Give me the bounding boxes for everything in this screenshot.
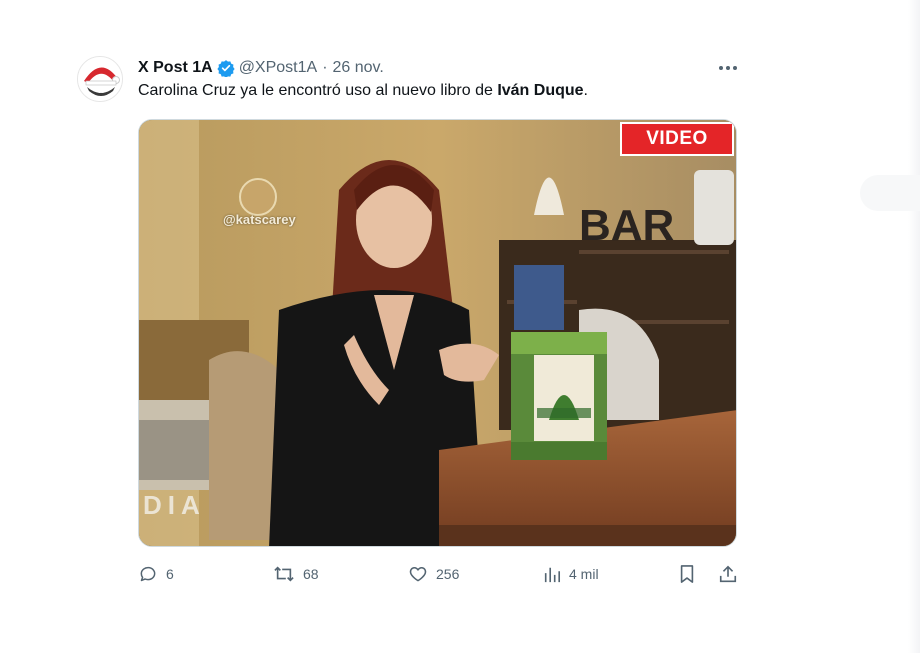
repost-icon [273, 564, 295, 584]
share-icon [718, 564, 738, 584]
author-avatar[interactable]: X [77, 56, 123, 102]
like-count: 256 [436, 566, 460, 582]
video-frame-illustration: BAR [139, 120, 736, 546]
views-button[interactable]: 4 mil [543, 562, 599, 586]
video-overlay-text: DIA [143, 490, 206, 520]
repost-count: 68 [303, 566, 319, 582]
views-count: 4 mil [569, 566, 599, 582]
svg-text:X: X [98, 86, 104, 95]
bookmark-icon [678, 564, 696, 584]
reply-button[interactable]: 6 [138, 562, 174, 586]
author-name[interactable]: X Post 1A [138, 59, 213, 77]
right-edge-panel [908, 0, 920, 653]
post-header: X Post 1A @XPost1A · 26 nov. [138, 57, 384, 79]
like-button[interactable]: 256 [408, 562, 459, 586]
post-text-part: Carolina Cruz ya le encontró uso al nuev… [138, 82, 498, 99]
watermark-cat-icon [239, 178, 277, 216]
more-icon[interactable] [716, 58, 740, 78]
repost-button[interactable]: 68 [273, 562, 319, 586]
right-edge-bubble [860, 175, 920, 211]
bookmark-button[interactable] [678, 562, 696, 586]
header-separator: · [322, 59, 328, 76]
svg-text:BAR: BAR [579, 201, 674, 250]
post-text: Carolina Cruz ya le encontró uso al nuev… [138, 82, 588, 100]
like-icon [408, 564, 428, 584]
video-thumbnail[interactable]: BAR @katscarey DIA VIDEO [138, 119, 737, 547]
post-text-end: . [583, 82, 588, 99]
verified-badge-icon[interactable] [217, 59, 235, 77]
mention-bold: Iván Duque [497, 82, 584, 99]
post-date[interactable]: 26 nov. [333, 59, 384, 77]
author-handle[interactable]: @XPost1A [239, 59, 318, 77]
video-watermark: @katscarey [223, 212, 296, 227]
share-button[interactable] [718, 562, 738, 586]
views-icon [543, 564, 561, 584]
reply-icon [138, 564, 158, 584]
action-bar: 6 68 256 4 mil [138, 562, 738, 586]
reply-count: 6 [166, 566, 174, 582]
video-badge: VIDEO [620, 122, 734, 156]
